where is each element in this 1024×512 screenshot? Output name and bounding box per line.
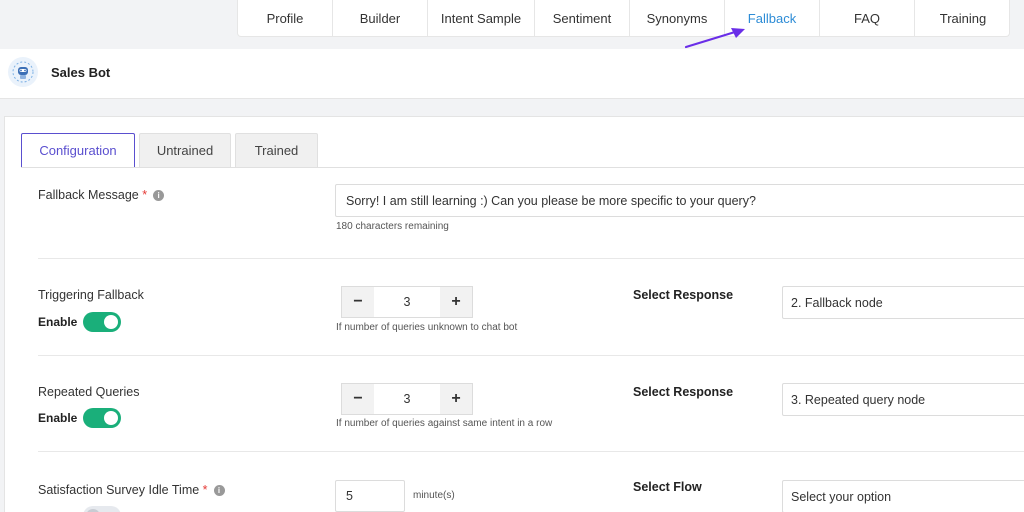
repeated-queries-hint: If number of queries against same intent… [336, 418, 553, 429]
repeated-queries-label: Repeated Queries [38, 385, 140, 399]
select-flow-label: Select Flow [633, 480, 702, 494]
triggering-fallback-label: Triggering Fallback [38, 288, 144, 302]
select-flow-dropdown[interactable]: Select your option [782, 480, 1024, 512]
chars-remaining: 180 characters remaining [336, 221, 449, 232]
increment-button[interactable]: + [440, 384, 472, 414]
tab-intent-sample[interactable]: Intent Sample [428, 0, 535, 36]
fallback-response-select[interactable]: 2. Fallback node [782, 286, 1024, 319]
tab-configuration[interactable]: Configuration [21, 133, 135, 168]
bot-name: Sales Bot [51, 65, 111, 80]
fallback-message-input[interactable]: Sorry! I am still learning :) Can you pl… [335, 184, 1024, 217]
stepper-value[interactable]: 3 [374, 287, 440, 317]
info-icon[interactable]: i [213, 485, 225, 496]
tab-sentiment[interactable]: Sentiment [535, 0, 630, 36]
survey-toggle[interactable] [83, 506, 121, 512]
bot-header: Sales Bot [0, 49, 1024, 99]
tab-faq[interactable]: FAQ [820, 0, 915, 36]
decrement-button[interactable]: − [342, 287, 374, 317]
enable-label: Enable [38, 411, 78, 425]
repeated-response-select[interactable]: 3. Repeated query node [782, 383, 1024, 416]
increment-button[interactable]: + [440, 287, 472, 317]
section-divider [38, 451, 1024, 452]
section-divider [38, 355, 1024, 356]
survey-idle-input[interactable]: 5 [335, 480, 405, 512]
decrement-button[interactable]: − [342, 384, 374, 414]
fallback-config-card: Configuration Untrained Trained Fallback… [4, 116, 1024, 512]
enable-label: Enable [38, 315, 78, 329]
triggering-fallback-toggle[interactable] [83, 312, 121, 332]
triggering-fallback-stepper: − 3 + [341, 286, 473, 318]
repeated-queries-toggle[interactable] [83, 408, 121, 428]
fallback-message-label: Fallback Message * i [38, 188, 165, 202]
tab-training[interactable]: Training [915, 0, 1011, 36]
minutes-unit: minute(s) [413, 490, 455, 501]
survey-idle-label: Satisfaction Survey Idle Time * i [38, 483, 225, 497]
tab-trained[interactable]: Trained [235, 133, 318, 168]
select-response-label: Select Response [633, 288, 734, 302]
tabs-divider [21, 167, 1024, 168]
tab-profile[interactable]: Profile [238, 0, 333, 36]
sub-tab-bar: Configuration Untrained Trained [21, 133, 322, 168]
tab-untrained[interactable]: Untrained [139, 133, 231, 168]
select-response-label: Select Response [633, 385, 734, 399]
robot-icon [8, 57, 38, 87]
triggering-fallback-hint: If number of queries unknown to chat bot [336, 322, 518, 333]
repeated-queries-stepper: − 3 + [341, 383, 473, 415]
stepper-value[interactable]: 3 [374, 384, 440, 414]
tab-builder[interactable]: Builder [333, 0, 428, 36]
section-divider [38, 258, 1024, 259]
top-tab-bar: Profile Builder Intent Sample Sentiment … [237, 0, 1010, 37]
annotation-arrow-icon [684, 28, 745, 49]
info-icon[interactable]: i [153, 190, 165, 201]
